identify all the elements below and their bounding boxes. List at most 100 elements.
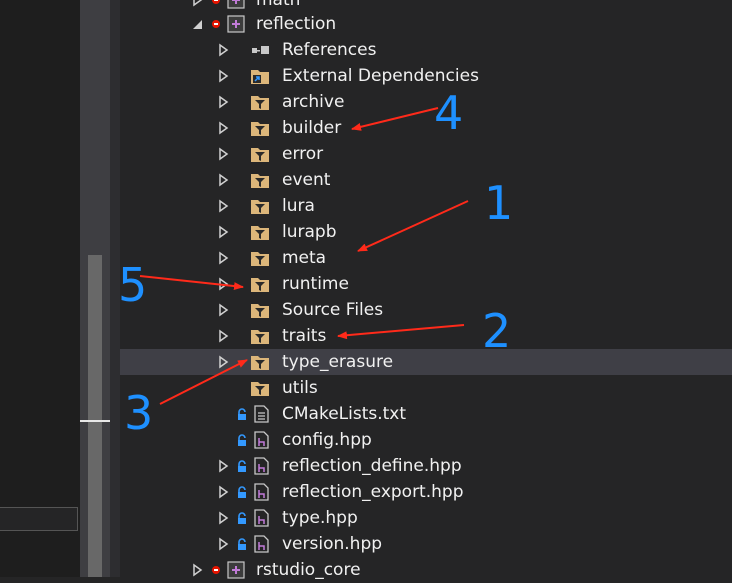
tree-row-label: meta xyxy=(282,248,327,268)
references-icon xyxy=(252,46,269,54)
expand-arrow-icon[interactable] xyxy=(216,459,230,473)
expand-arrow-icon[interactable] xyxy=(216,147,230,161)
lock-icon xyxy=(238,460,246,472)
expand-arrow-icon[interactable] xyxy=(216,69,230,83)
lock-icon xyxy=(238,434,246,446)
tree-row-type-erasure[interactable]: type_erasure xyxy=(120,349,732,375)
tree-row-type-hpp[interactable]: type.hpp xyxy=(120,505,732,531)
left-pane-field[interactable] xyxy=(0,507,78,531)
tree-row-external-dependencies[interactable]: External Dependencies xyxy=(120,63,732,89)
filter-folder-icon xyxy=(251,252,269,266)
expand-arrow-icon[interactable] xyxy=(216,303,230,317)
expand-arrow-icon[interactable] xyxy=(216,485,230,499)
tree-row-label: rstudio_core xyxy=(256,560,361,580)
tree-row-builder[interactable]: builder xyxy=(120,115,732,141)
minus-badge-icon xyxy=(212,566,220,574)
filter-folder-icon xyxy=(251,122,269,136)
tree-row-cmakelists[interactable]: CMakeLists.txt xyxy=(120,401,732,427)
annotation-number-2: 2 xyxy=(482,304,512,358)
header-file-icon xyxy=(254,535,269,553)
minus-badge-icon xyxy=(212,0,220,4)
tree-row-label: builder xyxy=(282,118,342,138)
tree-row-reflection[interactable]: reflection xyxy=(120,11,732,37)
tree-row-meta[interactable]: meta xyxy=(120,245,732,271)
tree-row-lurapb[interactable]: lurapb xyxy=(120,219,732,245)
expand-arrow-icon[interactable] xyxy=(216,121,230,135)
tree-row-utils[interactable]: utils xyxy=(120,375,732,401)
header-file-icon xyxy=(254,509,269,527)
tree-row-label: config.hpp xyxy=(282,430,372,450)
expand-arrow-icon[interactable] xyxy=(216,329,230,343)
expand-arrow-icon[interactable] xyxy=(190,0,204,7)
expand-arrow-icon[interactable] xyxy=(216,199,230,213)
expand-arrow-icon[interactable] xyxy=(216,537,230,551)
expand-arrow-icon[interactable] xyxy=(216,355,230,369)
left-editor-pane xyxy=(0,0,80,577)
annotation-number-4: 4 xyxy=(434,86,464,140)
external-dependencies-folder-icon xyxy=(251,70,269,84)
scrollbar-position-marker xyxy=(80,420,110,422)
header-file-icon xyxy=(254,457,269,475)
annotation-number-3: 3 xyxy=(124,386,154,440)
filter-folder-icon xyxy=(251,174,269,188)
tree-row-label: type_erasure xyxy=(282,352,394,372)
tree-row-label: version.hpp xyxy=(282,534,383,554)
tree-row-label: External Dependencies xyxy=(282,66,479,86)
cpp-project-icon xyxy=(227,15,245,33)
tree-row-label: reflection_export.hpp xyxy=(282,482,464,502)
lock-icon xyxy=(238,486,246,498)
expand-arrow-icon[interactable] xyxy=(216,173,230,187)
annotation-number-1: 1 xyxy=(484,176,514,230)
tree-row-references[interactable]: References xyxy=(120,37,732,63)
tree-row-version-hpp[interactable]: version.hpp xyxy=(120,531,732,557)
tree-row-reflection-export-hpp[interactable]: reflection_export.hpp xyxy=(120,479,732,505)
minus-badge-icon xyxy=(212,20,220,28)
filter-folder-icon xyxy=(251,356,269,370)
tree-row-label: reflection_define.hpp xyxy=(282,456,462,476)
tree-row-label: CMakeLists.txt xyxy=(282,404,407,424)
expand-arrow-icon[interactable] xyxy=(216,251,230,265)
header-file-icon xyxy=(254,483,269,501)
tree-row-label: runtime xyxy=(282,274,349,294)
tree-row-rstudio-core[interactable]: rstudio_core xyxy=(120,557,732,583)
tree-row-archive[interactable]: archive xyxy=(120,89,732,115)
tree-row-label: lurapb xyxy=(282,222,337,242)
filter-folder-icon xyxy=(251,148,269,162)
tree-row-label: math xyxy=(256,0,301,10)
tree-row-reflection-define-hpp[interactable]: reflection_define.hpp xyxy=(120,453,732,479)
expand-arrow-icon[interactable] xyxy=(216,511,230,525)
tree-row-label: type.hpp xyxy=(282,508,358,528)
tree-row-traits[interactable]: traits xyxy=(120,323,732,349)
scrollbar-thumb[interactable] xyxy=(88,255,102,577)
tree-row-label: traits xyxy=(282,326,327,346)
tree-row-config-hpp[interactable]: config.hpp xyxy=(120,427,732,453)
filter-folder-icon xyxy=(251,200,269,214)
expand-arrow-icon[interactable] xyxy=(216,43,230,57)
annotation-number-5: 5 xyxy=(118,258,148,312)
header-file-icon xyxy=(254,431,269,449)
tree-row-source-files[interactable]: Source Files xyxy=(120,297,732,323)
tree-row-runtime[interactable]: runtime xyxy=(120,271,732,297)
tree-row-label: event xyxy=(282,170,331,190)
tree-row-lura[interactable]: lura xyxy=(120,193,732,219)
expand-arrow-icon[interactable] xyxy=(216,225,230,239)
filter-folder-icon xyxy=(251,96,269,110)
tree-row-label: archive xyxy=(282,92,345,112)
tree-row-label: error xyxy=(282,144,324,164)
tree-row-label: References xyxy=(282,40,377,60)
lock-icon xyxy=(238,512,246,524)
filter-folder-icon xyxy=(251,304,269,318)
cpp-project-icon xyxy=(227,561,245,579)
collapse-arrow-icon[interactable] xyxy=(190,17,204,31)
expand-arrow-icon[interactable] xyxy=(216,95,230,109)
filter-folder-icon xyxy=(251,330,269,344)
tree-row-label: reflection xyxy=(256,14,337,34)
text-file-icon xyxy=(254,405,269,423)
expand-arrow-icon[interactable] xyxy=(190,563,204,577)
expand-arrow-icon[interactable] xyxy=(216,277,230,291)
tree-row-label: lura xyxy=(282,196,315,216)
lock-icon xyxy=(238,538,246,550)
tree-row-error[interactable]: error xyxy=(120,141,732,167)
tree-row-event[interactable]: event xyxy=(120,167,732,193)
tree-row-label: utils xyxy=(282,378,318,398)
